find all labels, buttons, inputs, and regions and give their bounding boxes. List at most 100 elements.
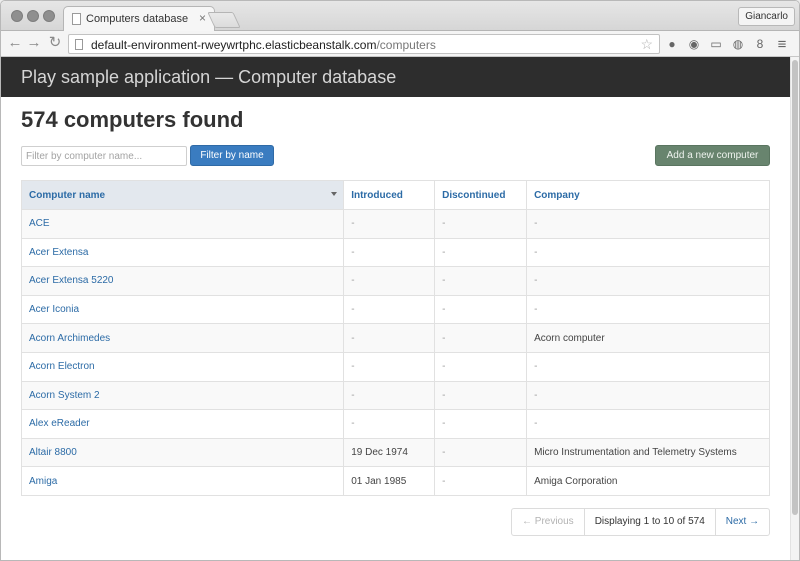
cell-introduced: - bbox=[343, 380, 436, 411]
cell-computer-name: Acorn Electron bbox=[20, 351, 345, 382]
menu-icon[interactable]: ≡ bbox=[775, 37, 789, 52]
cell-company: Acorn computer bbox=[526, 323, 770, 353]
cell-discontinued: - bbox=[434, 237, 528, 268]
cell-introduced: - bbox=[343, 351, 436, 382]
cell-company: - bbox=[526, 237, 770, 268]
column-header-discontinued[interactable]: Discontinued bbox=[434, 180, 528, 210]
table-row: Acorn Electron - - - bbox=[20, 351, 770, 382]
close-window-button[interactable] bbox=[11, 10, 23, 22]
computer-name-link[interactable]: Amiga bbox=[29, 476, 57, 487]
cell-introduced: - bbox=[343, 323, 436, 353]
cell-introduced: 01 Jan 1985 bbox=[343, 466, 436, 496]
cell-discontinued: - bbox=[434, 380, 528, 411]
cell-discontinued: - bbox=[434, 409, 528, 439]
forward-icon[interactable]: → bbox=[25, 34, 43, 52]
browser-tab[interactable]: Computers database × bbox=[63, 6, 215, 32]
computer-name-link[interactable]: Acer Iconia bbox=[29, 304, 79, 315]
cell-discontinued: - bbox=[434, 351, 528, 382]
cell-computer-name: Acer Extensa bbox=[20, 237, 345, 268]
computer-name-link[interactable]: Acer Extensa bbox=[29, 247, 88, 258]
extension-acorn-icon[interactable]: ● bbox=[665, 38, 679, 51]
cell-introduced: - bbox=[343, 294, 436, 325]
cell-discontinued: - bbox=[434, 437, 528, 468]
vertical-scrollbar[interactable] bbox=[790, 57, 799, 560]
back-icon[interactable]: ← bbox=[6, 34, 24, 52]
page-icon bbox=[72, 13, 81, 25]
computer-name-link[interactable]: Acorn System 2 bbox=[29, 390, 100, 401]
computer-name-link[interactable]: Altair 8800 bbox=[29, 447, 77, 458]
pagination: ← Previous Displaying 1 to 10 of 574 Nex… bbox=[511, 508, 771, 536]
table-row: Acorn System 2--- bbox=[20, 380, 770, 411]
cell-company: - bbox=[526, 380, 770, 411]
cell-company: - bbox=[526, 351, 770, 382]
cast-icon[interactable]: ▭ bbox=[709, 38, 723, 51]
computers-table: Computer name Introduced Discontinued Co… bbox=[20, 180, 770, 496]
column-header-computer-name[interactable]: Computer name bbox=[20, 180, 345, 210]
cell-computer-name: Acer Extensa 5220 bbox=[20, 266, 345, 296]
column-header-introduced[interactable]: Introduced bbox=[343, 180, 436, 210]
table-header-row: Computer name Introduced Discontinued Co… bbox=[20, 180, 770, 210]
filter-button[interactable]: Filter by name bbox=[190, 145, 274, 166]
sort-descending-icon bbox=[331, 192, 338, 196]
column-header-label: Computer name bbox=[29, 189, 106, 201]
cell-computer-name: Acorn Archimedes bbox=[20, 323, 345, 353]
address-bar[interactable]: default-environment-rweywrtphc.elasticbe… bbox=[68, 34, 660, 54]
cell-computer-name: Acorn System 2 bbox=[20, 380, 345, 411]
cell-computer-name: Altair 8800 bbox=[20, 437, 345, 468]
cell-introduced: - bbox=[343, 409, 436, 439]
cell-company: - bbox=[526, 409, 770, 439]
table-row: Alex eReader - - - bbox=[20, 409, 770, 439]
cell-introduced: - bbox=[343, 237, 436, 268]
url-path: /computers bbox=[376, 38, 436, 52]
next-page-button[interactable]: Next → bbox=[716, 509, 769, 535]
computer-name-link[interactable]: Acorn Electron bbox=[29, 361, 95, 372]
minimize-window-button[interactable] bbox=[27, 10, 39, 22]
scrollbar-thumb[interactable] bbox=[792, 60, 798, 515]
cell-company: Micro Instrumentation and Telemetry Syst… bbox=[526, 437, 770, 468]
computer-name-link[interactable]: Acorn Archimedes bbox=[29, 333, 110, 344]
url-host: default-environment-rweywrtphc.elasticbe… bbox=[91, 38, 377, 52]
cell-introduced: - bbox=[343, 266, 436, 296]
cell-introduced: 19 Dec 1974 bbox=[343, 437, 436, 468]
profile-button[interactable]: Giancarlo bbox=[738, 7, 795, 26]
tab-strip: Computers database × Giancarlo bbox=[1, 1, 799, 32]
tab-close-icon[interactable]: × bbox=[199, 11, 206, 25]
add-computer-button[interactable]: Add a new computer bbox=[655, 145, 770, 166]
extension-chat-icon[interactable]: ◍ bbox=[731, 38, 745, 51]
cell-computer-name: ACE bbox=[20, 209, 345, 239]
cell-computer-name: Amiga bbox=[20, 466, 345, 496]
cell-computer-name: Acer Iconia bbox=[20, 294, 345, 325]
url-text: default-environment-rweywrtphc.elasticbe… bbox=[91, 38, 436, 52]
computer-name-link[interactable]: Acer Extensa 5220 bbox=[29, 275, 114, 286]
cell-discontinued: - bbox=[434, 294, 528, 325]
zoom-window-button[interactable] bbox=[43, 10, 55, 22]
cell-discontinued: - bbox=[434, 466, 528, 496]
cell-computer-name: Alex eReader bbox=[20, 409, 345, 439]
page-icon bbox=[75, 39, 83, 50]
previous-page-button[interactable]: ← Previous bbox=[512, 509, 585, 535]
page-content: Play sample application — Computer datab… bbox=[1, 57, 792, 560]
app-brand-link[interactable]: Play sample application — Computer datab… bbox=[21, 67, 396, 88]
reload-icon[interactable]: ↻ bbox=[46, 34, 64, 52]
cell-company: Amiga Corporation bbox=[526, 466, 770, 496]
cell-company: - bbox=[526, 209, 770, 239]
pagination-info: Displaying 1 to 10 of 574 bbox=[585, 509, 716, 535]
table-row: Altair 8800 19 Dec 1974- Micro Instrumenta… bbox=[20, 437, 770, 468]
table-row: Acer Extensa 5220- - - bbox=[20, 266, 770, 296]
table-row: Amiga 01 Jan 1985- Amiga Corporation bbox=[20, 466, 770, 496]
computer-name-link[interactable]: Alex eReader bbox=[29, 418, 90, 429]
app-header: Play sample application — Computer datab… bbox=[1, 57, 792, 97]
extension-person-icon[interactable]: 8 bbox=[753, 38, 767, 51]
table-row: Acer Iconia - - - bbox=[20, 294, 770, 325]
cell-company: - bbox=[526, 266, 770, 296]
cell-discontinued: - bbox=[434, 266, 528, 296]
column-header-company[interactable]: Company bbox=[526, 180, 770, 210]
page-title: 574 computers found bbox=[21, 107, 244, 132]
computer-name-link[interactable]: ACE bbox=[29, 218, 50, 229]
bookmark-star-icon[interactable]: ☆ bbox=[640, 36, 653, 53]
extension-ghost-icon[interactable]: ◉ bbox=[687, 38, 701, 51]
tab-title: Computers database bbox=[86, 13, 189, 25]
cell-discontinued: - bbox=[434, 209, 528, 239]
browser-window: Computers database × Giancarlo ← → ↻ def… bbox=[0, 0, 800, 561]
filter-input[interactable] bbox=[21, 146, 187, 166]
